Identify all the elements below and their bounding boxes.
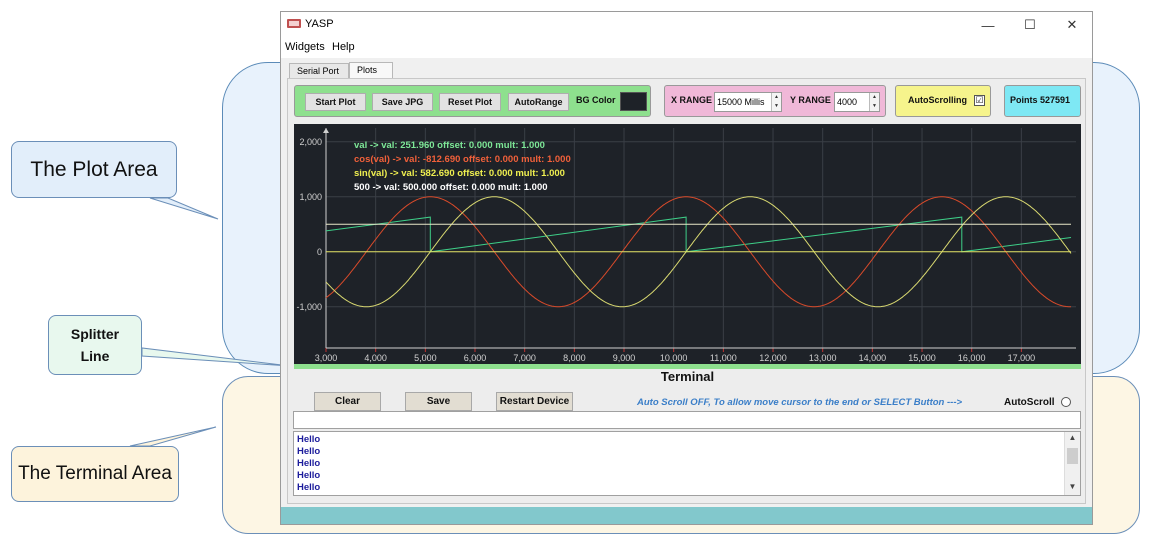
- minimize-icon: —: [981, 17, 995, 33]
- legend-entry: 500 -> val: 500.000 offset: 0.000 mult: …: [354, 182, 548, 193]
- points-group: Points 527591: [1004, 85, 1081, 117]
- y-range-spinbox[interactable]: 4000 ▲ ▼: [834, 92, 880, 112]
- bg-color-swatch[interactable]: [620, 92, 647, 111]
- app-icon: [287, 19, 301, 28]
- window-title: YASP: [305, 18, 334, 30]
- scroll-up-icon[interactable]: ▲: [1065, 433, 1080, 445]
- x-range-spinbox[interactable]: 15000 Millis ▲ ▼: [714, 92, 782, 112]
- autoscroll-label: AutoScroll: [1004, 397, 1055, 408]
- y-range-label: Y RANGE: [790, 95, 831, 105]
- x-tick-label: 6,000: [464, 353, 487, 363]
- menu-help[interactable]: Help: [332, 41, 355, 53]
- x-tick-label: 12,000: [759, 353, 787, 363]
- maximize-button[interactable]: ☐: [1010, 14, 1050, 36]
- x-tick-label: 14,000: [859, 353, 887, 363]
- legend-entry: cos(val) -> val: -812.690 offset: 0.000 …: [354, 154, 571, 165]
- y-range-value: 4000: [837, 97, 858, 107]
- title-bar: YASP — ☐ ✕: [281, 12, 1092, 38]
- close-icon: ✕: [1066, 17, 1078, 32]
- menu-widgets[interactable]: Widgets: [285, 41, 325, 53]
- x-tick-label: 11,000: [710, 353, 737, 363]
- restart-device-button[interactable]: Restart Device: [496, 392, 573, 411]
- terminal-input[interactable]: [293, 411, 1081, 429]
- points-count: Points 527591: [1010, 95, 1071, 105]
- terminal-area-pointer: [129, 426, 217, 447]
- clear-button[interactable]: Clear: [314, 392, 381, 411]
- scroll-thumb[interactable]: [1067, 448, 1078, 464]
- autorange-button[interactable]: AutoRange: [508, 93, 569, 111]
- tab-plots[interactable]: Plots: [349, 62, 393, 79]
- x-tick-label: 13,000: [809, 353, 837, 363]
- terminal-line: Hello: [297, 434, 321, 445]
- plots-panel: Start Plot Save JPG Reset Plot AutoRange…: [287, 78, 1086, 504]
- autoscrolling-label: AutoScrolling: [908, 95, 967, 105]
- reset-plot-button[interactable]: Reset Plot: [439, 93, 501, 111]
- legend-entry: sin(val) -> val: 582.690 offset: 0.000 m…: [354, 168, 565, 179]
- x-tick-label: 5,000: [414, 353, 437, 363]
- app-window: YASP — ☐ ✕ Widgets Help Serial Port Plot…: [280, 11, 1093, 525]
- minimize-button[interactable]: —: [968, 14, 1008, 36]
- bg-color-label: BG Color: [576, 95, 616, 105]
- close-button[interactable]: ✕: [1052, 14, 1092, 36]
- terminal-lines: Hello Hello Hello Hello Hello: [297, 434, 320, 494]
- terminal-output[interactable]: Hello Hello Hello Hello Hello ▲ ▼: [293, 431, 1081, 496]
- x-range-label: X RANGE: [671, 95, 713, 105]
- save-button[interactable]: Save: [405, 392, 472, 411]
- legend-entry: val -> val: 251.960 offset: 0.000 mult: …: [354, 140, 545, 151]
- autoscrolling-checkbox[interactable]: ☑: [974, 95, 985, 106]
- range-controls-group: X RANGE 15000 Millis ▲ ▼ Y RANGE 4000 ▲ ▼: [664, 85, 886, 117]
- terminal-line: Hello: [297, 446, 321, 457]
- status-bar: [281, 507, 1092, 524]
- scroll-down-icon[interactable]: ▼: [1065, 482, 1080, 494]
- plot-area-callout: The Plot Area: [11, 141, 177, 198]
- save-jpg-button[interactable]: Save JPG: [372, 93, 433, 111]
- terminal-title: Terminal: [660, 369, 715, 384]
- terminal-line: Hello: [297, 470, 321, 481]
- x-tick-label: 7,000: [513, 353, 536, 363]
- x-tick-label: 4,000: [364, 353, 387, 363]
- autoscrolling-group: AutoScrolling ☑: [895, 85, 991, 117]
- y-range-spin-arrows-icon[interactable]: ▲ ▼: [869, 93, 879, 111]
- plot-area-pointer: [149, 197, 219, 220]
- splitter-line-callout: Splitter Line: [48, 315, 142, 375]
- y-tick-label: 0: [317, 247, 322, 257]
- autoscroll-message: Auto Scroll OFF, To allow move cursor to…: [637, 397, 963, 408]
- x-tick-label: 3,000: [315, 353, 338, 363]
- plot-controls-group: Start Plot Save JPG Reset Plot AutoRange…: [294, 85, 651, 117]
- y-tick-label: 2,000: [299, 137, 322, 147]
- y-tick-label: -1,000: [296, 302, 322, 312]
- x-tick-label: 8,000: [563, 353, 586, 363]
- x-tick-label: 9,000: [613, 353, 636, 363]
- x-tick-label: 15,000: [908, 353, 936, 363]
- terminal-line: Hello: [297, 482, 321, 493]
- terminal-line: Hello: [297, 458, 321, 469]
- x-range-value: 15000 Millis: [717, 97, 765, 107]
- terminal-area-callout: The Terminal Area: [11, 446, 179, 502]
- y-tick-label: 1,000: [299, 192, 322, 202]
- tab-serial-port[interactable]: Serial Port: [289, 63, 349, 79]
- maximize-icon: ☐: [1024, 17, 1036, 32]
- autoscroll-radio[interactable]: [1061, 397, 1071, 407]
- terminal-scrollbar[interactable]: ▲ ▼: [1064, 432, 1080, 495]
- plot-canvas[interactable]: 3,000 4,000 5,000 6,000 7,000 8,000 9,000 10,00…: [294, 124, 1081, 364]
- x-tick-label: 17,000: [1008, 353, 1036, 363]
- x-tick-label: 10,000: [660, 353, 688, 363]
- start-plot-button[interactable]: Start Plot: [305, 93, 366, 111]
- x-range-spin-arrows-icon[interactable]: ▲ ▼: [771, 93, 781, 111]
- x-tick-label: 16,000: [958, 353, 986, 363]
- menu-bar: Widgets Help: [281, 38, 1092, 58]
